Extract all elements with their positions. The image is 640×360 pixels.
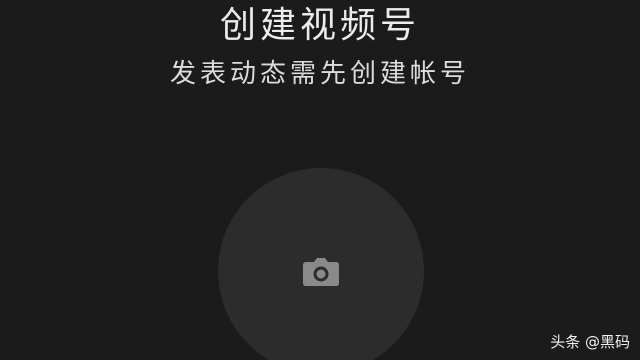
avatar-upload-button[interactable] [218, 168, 424, 360]
camera-icon [303, 258, 339, 286]
page-title: 创建视频号 [219, 5, 420, 46]
create-channel-screen: 创建视频号 发表动态需先创建帐号 头条 @黑码 [0, 0, 640, 360]
watermark-label: 头条 @黑码 [550, 333, 630, 351]
page-subtitle: 发表动态需先创建帐号 [169, 59, 470, 89]
